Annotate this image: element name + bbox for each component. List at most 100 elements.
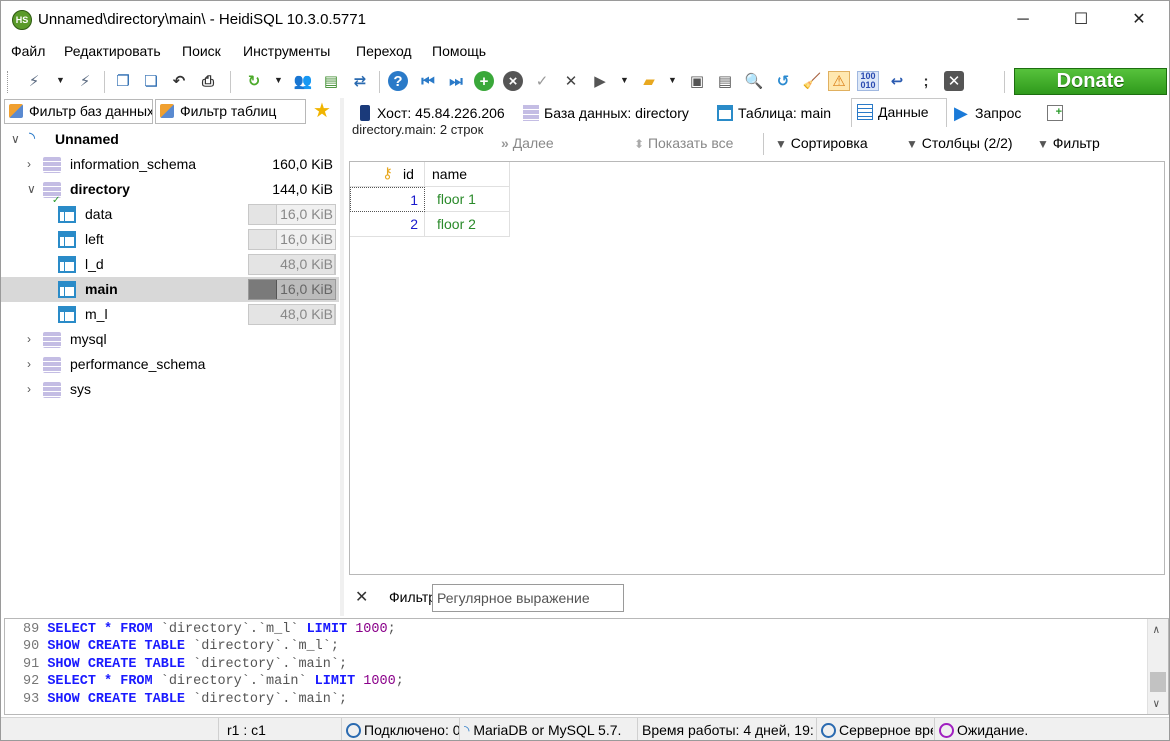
tree-item-size: 48,0 KiB — [280, 256, 333, 272]
status-server-time: Серверное время — [816, 718, 933, 740]
scroll-down-icon[interactable]: ∨ — [1153, 697, 1160, 711]
warning-toggle-icon[interactable]: ⚠ — [828, 71, 850, 91]
tree-item-table-left[interactable]: left 16,0 KiB — [1, 227, 339, 252]
save-as-icon[interactable]: ▤ — [714, 71, 736, 91]
first-record-icon[interactable]: ⏮ — [417, 71, 439, 91]
help-icon[interactable]: ? — [388, 71, 408, 91]
sort-button[interactable]: ▼ Сортировка — [775, 135, 868, 151]
tree-item-mysql[interactable]: › mysql — [1, 327, 339, 352]
table-filter-input[interactable]: Фильтр таблиц — [155, 99, 306, 124]
table-cell-name[interactable]: floor 2 — [425, 212, 510, 237]
tab-table[interactable]: Таблица: main — [712, 100, 846, 126]
undo-icon[interactable]: ↶ — [168, 71, 190, 91]
chevron-down-icon[interactable]: ▼ — [668, 75, 678, 85]
maximize-button[interactable]: ☐ — [1055, 1, 1107, 39]
tree-item-sys[interactable]: › sys — [1, 377, 339, 402]
word-wrap-icon[interactable]: ↩ — [886, 71, 908, 91]
tab-query[interactable]: ▶ Запрос — [949, 100, 1039, 126]
menu-search[interactable]: Поиск — [182, 43, 221, 59]
chevron-down-icon[interactable]: ∨ — [11, 127, 23, 152]
minimize-button[interactable]: ─ — [997, 1, 1049, 39]
new-query-tab-button[interactable]: + — [1042, 100, 1068, 126]
tab-data[interactable]: Данные — [851, 98, 947, 127]
scrollbar-thumb[interactable] — [1150, 672, 1166, 692]
chevron-right-icon[interactable]: › — [27, 352, 39, 377]
user-manager-icon[interactable]: 👥 — [292, 71, 314, 91]
columns-button[interactable]: ▼ Столбцы (2/2) — [906, 135, 1013, 151]
execute-icon[interactable]: ▶ — [589, 71, 611, 91]
sql-log[interactable]: 89 SELECT * FROM `directory`.`m_l` LIMIT… — [4, 618, 1169, 715]
clear-icon[interactable]: 🧹 — [801, 71, 823, 91]
connect-icon[interactable]: ⚡ — [23, 71, 45, 91]
chevron-right-icon[interactable]: › — [27, 152, 39, 177]
table-icon — [58, 206, 76, 223]
replace-icon[interactable]: ↺ — [772, 71, 794, 91]
tree-item-performance-schema[interactable]: › performance_schema — [1, 352, 339, 377]
export-icon[interactable]: ▤ — [320, 71, 342, 91]
filter-button[interactable]: ▼ Фильтр — [1037, 135, 1100, 151]
disconnect-icon[interactable]: ⚡ — [74, 71, 96, 91]
save-icon[interactable]: ▣ — [686, 71, 708, 91]
grid-icon — [857, 104, 873, 120]
sql-token: LIMIT — [306, 674, 364, 690]
tree-item-table-m-l[interactable]: m_l 48,0 KiB — [1, 302, 339, 327]
copy-icon[interactable]: ❐ — [112, 71, 134, 91]
toolbar-separator — [230, 71, 231, 93]
donate-button[interactable]: Donate — [1014, 68, 1167, 95]
tree-item-table-data[interactable]: data 16,0 KiB — [1, 202, 339, 227]
menu-help[interactable]: Помощь — [432, 43, 486, 59]
tab-label: Данные — [878, 104, 929, 120]
open-folder-icon[interactable]: ▰ — [638, 71, 660, 91]
column-header-name[interactable]: name — [425, 162, 510, 187]
tree-item-table-l-d[interactable]: l_d 48,0 KiB — [1, 252, 339, 277]
add-record-icon[interactable]: + — [474, 71, 494, 91]
close-tab-icon[interactable]: ✕ — [944, 71, 964, 91]
sql-log-line: 91 SHOW CREATE TABLE `directory`.`main`; — [23, 656, 347, 673]
window-title: Unnamed\directory\main\ - HeidiSQL 10.3.… — [38, 11, 366, 28]
cancel-edit-icon[interactable]: ✕ — [560, 71, 582, 91]
tree-item-unnamed[interactable]: ∨ ◝ Unnamed — [1, 127, 339, 152]
menu-file[interactable]: Файл — [11, 43, 45, 59]
tree-item-information-schema[interactable]: › information_schema 160,0 KiB — [1, 152, 339, 177]
refresh-icon[interactable]: ↻ — [243, 71, 265, 91]
database-filter-input[interactable]: Фильтр баз данных — [4, 99, 153, 124]
column-header-id[interactable]: ⚷ id — [350, 162, 425, 187]
print-icon[interactable]: ⎙ — [197, 71, 219, 91]
menu-edit[interactable]: Редактировать — [64, 43, 161, 59]
menu-goto[interactable]: Переход — [356, 43, 412, 59]
next-button[interactable]: » Далее — [501, 135, 554, 151]
table-cell-id[interactable]: 1 — [350, 187, 425, 212]
menu-tools[interactable]: Инструменты — [243, 43, 330, 59]
tab-host[interactable]: Хост: 45.84.226.206 — [351, 100, 516, 126]
close-filter-button[interactable]: ✕ — [355, 587, 368, 607]
show-all-button[interactable]: ⬍ Показать все — [634, 135, 733, 151]
splitter[interactable] — [340, 98, 344, 616]
semicolon-icon[interactable]: ; — [915, 71, 937, 91]
data-grid[interactable]: ⚷ id name 1 floor 1 2 floor 2 — [349, 161, 1165, 575]
chevron-down-icon[interactable]: ▼ — [56, 75, 66, 85]
chevron-right-icon[interactable]: › — [27, 327, 39, 352]
chevron-down-icon[interactable]: ∨ — [27, 177, 39, 202]
paste-icon[interactable]: ❏ — [140, 71, 162, 91]
post-record-icon[interactable]: ✓ — [531, 71, 553, 91]
table-cell-name[interactable]: floor 1 — [425, 187, 510, 212]
tab-database[interactable]: База данных: directory — [518, 100, 706, 126]
chevron-right-icon[interactable]: › — [27, 377, 39, 402]
database-icon — [43, 382, 61, 398]
scroll-up-icon[interactable]: ∧ — [1153, 623, 1160, 637]
delete-record-icon[interactable]: × — [503, 71, 523, 91]
tree-item-directory[interactable]: ∨ ✓ directory 144,0 KiB — [1, 177, 339, 206]
close-window-button[interactable]: ✕ — [1113, 1, 1165, 39]
chevron-down-icon[interactable]: ▼ — [620, 75, 630, 85]
favorites-star-icon[interactable]: ★ — [310, 99, 334, 123]
regex-filter-input[interactable]: Регулярное выражение — [432, 584, 624, 612]
find-icon[interactable]: 🔍 — [743, 71, 765, 91]
chevron-down-icon[interactable]: ▼ — [274, 75, 284, 85]
last-record-icon[interactable]: ⏭ — [445, 71, 467, 91]
tree-item-table-main[interactable]: main 16,0 KiB — [1, 277, 339, 302]
vertical-scrollbar[interactable]: ∧ ∨ — [1147, 619, 1168, 714]
binary-toggle-icon[interactable]: 100 010 — [857, 71, 879, 91]
dolphin-server-icon: ◝ — [29, 130, 36, 147]
table-cell-id[interactable]: 2 — [350, 212, 425, 237]
sync-icon[interactable]: ⇄ — [349, 71, 371, 91]
